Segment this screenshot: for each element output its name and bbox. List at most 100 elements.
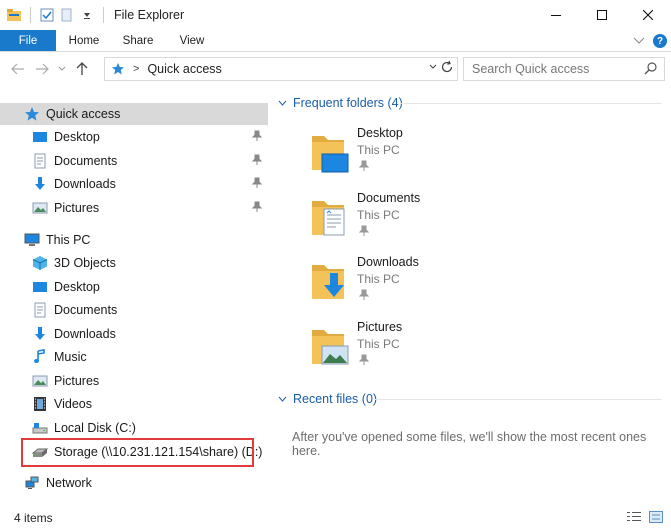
sidebar-item-downloads[interactable]: Downloads [0, 323, 268, 345]
network-icon [24, 475, 40, 491]
frequent-folder-downloads[interactable]: Downloads This PC [310, 255, 610, 315]
group-header-frequent-folders[interactable]: Frequent folders (4) [278, 96, 403, 110]
sidebar-item-local-disk-c[interactable]: Local Disk (C:) [0, 417, 268, 439]
sidebar-item-label: Local Disk (C:) [54, 421, 136, 435]
sidebar-item-videos[interactable]: Videos [0, 393, 268, 415]
close-icon [643, 10, 653, 20]
folder-name: Desktop [357, 126, 403, 140]
address-dropdown-icon[interactable] [429, 62, 437, 73]
window-controls [533, 0, 671, 30]
frequent-folder-documents[interactable]: Documents This PC [310, 191, 610, 251]
sidebar-item-label: Downloads [54, 177, 116, 191]
large-icons-view-icon[interactable] [649, 511, 663, 523]
tab-view[interactable]: View [166, 30, 218, 51]
sidebar-item-label: Desktop [54, 280, 100, 294]
sidebar-item-downloads-quick[interactable]: Downloads [0, 173, 268, 195]
chevron-down-icon [278, 394, 287, 405]
help-icon[interactable]: ? [653, 34, 667, 48]
quick-access-toolbar [0, 0, 108, 30]
sidebar-item-label: Network [46, 476, 92, 490]
sidebar-item-documents[interactable]: Documents [0, 299, 268, 321]
tab-home[interactable]: Home [58, 30, 110, 51]
navigation-pane: Quick access Desktop Documents Downloads… [0, 88, 270, 500]
hard-drive-icon [32, 420, 48, 436]
search-placeholder: Search Quick access [472, 62, 590, 76]
sidebar-item-pictures[interactable]: Pictures [0, 370, 268, 392]
refresh-icon[interactable] [440, 60, 454, 77]
pin-icon[interactable] [251, 130, 263, 142]
group-header-recent-files[interactable]: Recent files (0) [278, 392, 377, 406]
pin-icon[interactable] [251, 154, 263, 166]
highlight-box [21, 438, 254, 467]
status-bar: 4 items [0, 507, 671, 529]
back-button[interactable] [6, 57, 30, 81]
sidebar-item-pictures-quick[interactable]: Pictures [0, 197, 268, 219]
tab-share[interactable]: Share [112, 30, 164, 51]
folder-name: Documents [357, 191, 421, 205]
up-arrow-icon [76, 62, 88, 75]
breadcrumb-quick-access[interactable]: Quick access [147, 62, 221, 76]
sidebar-item-label: Downloads [54, 327, 116, 341]
group-divider [400, 103, 662, 104]
search-icon [644, 61, 658, 78]
details-view-icon[interactable] [627, 511, 641, 523]
folder-location: This PC [357, 337, 400, 351]
folder-location: This PC [357, 143, 400, 157]
group-divider [374, 399, 662, 400]
sidebar-item-documents-quick[interactable]: Documents [0, 150, 268, 172]
forward-button[interactable] [30, 57, 54, 81]
star-icon [24, 106, 40, 122]
back-arrow-icon [11, 63, 24, 75]
minimize-icon [551, 15, 561, 16]
sidebar-item-label: Pictures [54, 374, 100, 388]
pin-icon[interactable] [251, 201, 263, 213]
frequent-folder-pictures[interactable]: Pictures This PC [310, 320, 610, 380]
address-bar[interactable]: > Quick access [104, 57, 458, 81]
expand-ribbon-chevron-icon[interactable] [633, 34, 645, 48]
sidebar-item-label: This PC [46, 233, 91, 247]
pin-icon [358, 225, 370, 237]
maximize-icon [597, 10, 607, 20]
sidebar-item-quick-access[interactable]: Quick access [0, 103, 268, 125]
music-icon [32, 349, 48, 365]
downloads-folder-icon [310, 259, 350, 303]
recent-locations-button[interactable] [54, 57, 70, 81]
documents-icon [32, 153, 48, 169]
properties-icon[interactable] [39, 7, 55, 23]
close-button[interactable] [625, 0, 671, 30]
sidebar-item-this-pc[interactable]: This PC [0, 229, 268, 251]
desktop-folder-icon [310, 130, 350, 174]
frequent-folder-desktop[interactable]: Desktop This PC [310, 126, 610, 186]
desktop-icon [32, 279, 48, 295]
forward-arrow-icon [36, 63, 49, 75]
film-icon [32, 396, 48, 412]
maximize-button[interactable] [579, 0, 625, 30]
pictures-icon [32, 200, 48, 216]
pin-icon [358, 289, 370, 301]
pin-icon [358, 354, 370, 366]
breadcrumb-chevron-icon[interactable]: > [133, 63, 139, 75]
sidebar-item-label: Pictures [54, 201, 100, 215]
toolbar-divider [30, 7, 31, 23]
downloads-icon [32, 176, 48, 192]
sidebar-item-desktop[interactable]: Desktop [0, 276, 268, 298]
customize-toolbar-chevron-icon[interactable] [79, 7, 95, 23]
sidebar-item-desktop-quick[interactable]: Desktop [0, 126, 268, 148]
tab-file[interactable]: File [0, 30, 56, 51]
sidebar-item-music[interactable]: Music [0, 346, 268, 368]
chevron-down-icon [58, 66, 66, 71]
toolbar-divider [103, 7, 104, 23]
sidebar-item-3d-objects[interactable]: 3D Objects [0, 252, 268, 274]
up-button[interactable] [70, 57, 94, 81]
sidebar-item-network[interactable]: Network [0, 472, 268, 494]
sidebar-item-label: Quick access [46, 107, 121, 121]
group-header-label: Recent files (0) [293, 392, 378, 406]
search-input[interactable]: Search Quick access [463, 57, 665, 81]
documents-folder-icon [310, 195, 350, 239]
pin-icon[interactable] [251, 177, 263, 189]
folder-app-icon[interactable] [6, 7, 22, 23]
minimize-button[interactable] [533, 0, 579, 30]
new-folder-icon[interactable] [59, 7, 75, 23]
group-header-label: Frequent folders (4) [293, 96, 403, 110]
item-count: 4 items [14, 511, 53, 525]
